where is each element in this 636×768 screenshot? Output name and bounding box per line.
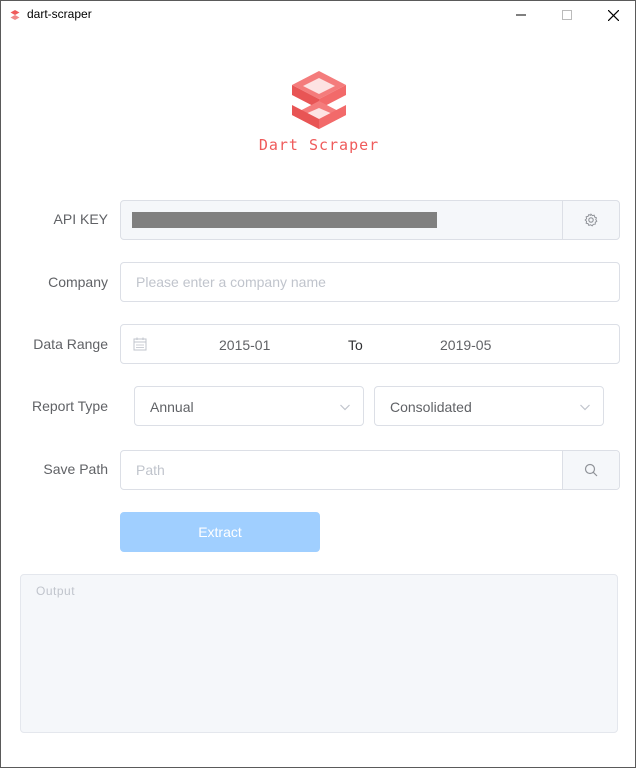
api-key-field[interactable] <box>120 200 620 240</box>
chevron-down-icon <box>340 404 350 411</box>
close-icon <box>607 9 619 21</box>
app-window: dart-scraper Dart Scraper API KEY Compan… <box>0 0 636 768</box>
save-path-input[interactable] <box>121 451 561 489</box>
dart-scraper-logo <box>292 71 346 129</box>
app-icon <box>10 10 20 20</box>
date-start-value[interactable]: 2015-01 <box>219 337 270 353</box>
company-input[interactable] <box>121 263 619 301</box>
calendar-icon <box>133 337 147 351</box>
extract-button[interactable]: Extract <box>120 512 320 552</box>
chevron-down-icon <box>580 404 590 411</box>
api-key-masked-value <box>132 212 437 228</box>
api-key-settings-button[interactable] <box>562 201 619 239</box>
report-scope-value: Consolidated <box>390 399 472 415</box>
window-title: dart-scraper <box>27 7 92 21</box>
report-period-value: Annual <box>150 399 194 415</box>
output-placeholder: Output <box>36 584 76 598</box>
report-type-label: Report Type <box>31 398 108 414</box>
close-button[interactable] <box>590 1 636 29</box>
minimize-button[interactable] <box>498 1 544 29</box>
maximize-button[interactable] <box>544 1 590 29</box>
date-end-value[interactable]: 2019-05 <box>440 337 491 353</box>
save-path-label: Save Path <box>43 461 108 477</box>
title-bar: dart-scraper <box>1 1 635 29</box>
gear-icon <box>584 213 598 227</box>
maximize-icon <box>562 10 572 20</box>
browse-path-button[interactable] <box>562 451 619 489</box>
minimize-icon <box>516 14 526 16</box>
brand-title: Dart Scraper <box>258 136 380 154</box>
report-period-select[interactable]: Annual <box>134 386 364 426</box>
date-range-picker[interactable]: 2015-01 To 2019-05 <box>120 324 620 364</box>
company-field[interactable] <box>120 262 620 302</box>
search-icon <box>584 463 598 477</box>
date-range-label: Data Range <box>33 336 108 352</box>
api-key-label: API KEY <box>53 211 108 227</box>
date-range-separator: To <box>348 337 363 353</box>
output-textarea[interactable]: Output <box>20 574 618 733</box>
company-label: Company <box>48 274 108 290</box>
report-scope-select[interactable]: Consolidated <box>374 386 604 426</box>
save-path-field[interactable] <box>120 450 620 490</box>
